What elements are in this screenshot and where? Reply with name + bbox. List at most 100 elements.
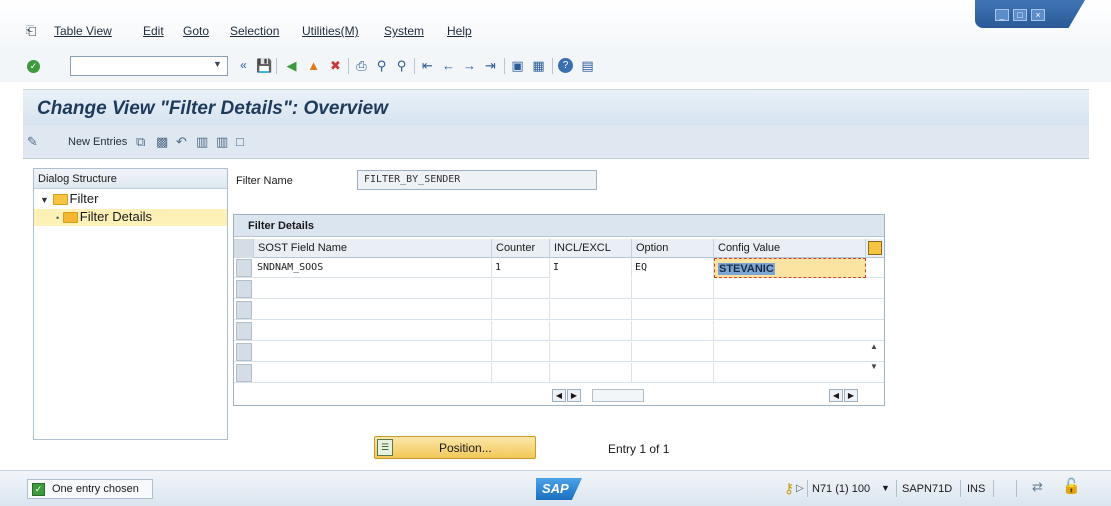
filter-details-table: Filter Details SOST Field Name Counter I…	[233, 214, 885, 406]
delete-icon[interactable]: ▩	[156, 134, 168, 150]
shortcut-icon[interactable]: ▦	[531, 58, 546, 73]
undo-icon[interactable]: ↶	[176, 134, 187, 150]
option-input[interactable]: EQ	[632, 258, 714, 278]
scroll-right-icon[interactable]: ▶	[844, 389, 858, 402]
menu-help[interactable]: Help	[447, 24, 472, 38]
column-settings-icon[interactable]	[868, 241, 882, 255]
status-message-text: One entry chosen	[52, 483, 139, 495]
position-button[interactable]: ☰ Position...	[374, 436, 536, 459]
column-header-counter[interactable]: Counter	[492, 239, 550, 258]
display-change-icon[interactable]: ✎	[27, 134, 38, 150]
program-name: SAPN71D	[902, 483, 953, 495]
chevron-down-icon[interactable]: ▼	[40, 195, 49, 205]
customize-icon[interactable]: ▤	[580, 58, 595, 73]
window-controls: _ □ ×	[975, 0, 1085, 28]
empty-cell	[550, 300, 632, 320]
minimize-button[interactable]: _	[995, 9, 1009, 21]
empty-cell	[254, 321, 492, 341]
horizontal-scrollbar[interactable]	[592, 389, 644, 402]
menu-system[interactable]: System	[384, 24, 424, 38]
lock-icon[interactable]: 🔓	[1062, 477, 1081, 495]
prev-page-icon[interactable]: ←	[441, 58, 456, 73]
status-bar: ✓ One entry chosen SAP ⚷ ▷ N71 (1) 100 ▼…	[0, 470, 1111, 506]
tree-node-label: Filter	[69, 191, 99, 206]
cancel-icon[interactable]: ✖	[328, 58, 343, 73]
print-icon[interactable]: ⎙	[354, 58, 369, 73]
empty-cell	[254, 279, 492, 299]
menu-goto[interactable]: Goto	[183, 24, 209, 38]
first-page-icon[interactable]: ⇤	[420, 58, 435, 73]
empty-cell	[632, 279, 714, 299]
play-icon[interactable]: ▷	[796, 483, 804, 494]
row-selector[interactable]	[236, 322, 252, 340]
new-session-icon[interactable]: ▣	[510, 58, 525, 73]
column-header-option[interactable]: Option	[632, 239, 714, 258]
status-message[interactable]: ✓ One entry chosen	[27, 479, 153, 499]
column-header-incl-excl[interactable]: INCL/EXCL	[550, 239, 632, 258]
table-row	[234, 363, 884, 383]
key-icon: ⚷	[784, 480, 795, 496]
panel-splitter[interactable]	[228, 168, 232, 440]
incl-excl-input[interactable]: I	[550, 258, 632, 278]
column-header-field-name[interactable]: SOST Field Name	[254, 239, 492, 258]
empty-cell	[254, 342, 492, 362]
scroll-up-icon[interactable]: ▲	[870, 342, 878, 351]
toolbar-separator	[276, 58, 277, 74]
copy-icon[interactable]: ⧉	[136, 134, 145, 150]
status-separator	[896, 480, 897, 497]
select-all-icon[interactable]: ▥	[196, 134, 208, 150]
sap-logo: SAP	[536, 478, 582, 500]
select-all-cell[interactable]	[234, 239, 254, 258]
config-value-input[interactable]: STEVANIC	[714, 258, 866, 278]
last-page-icon[interactable]: ⇥	[483, 58, 498, 73]
exit-icon[interactable]: ▲	[306, 58, 321, 73]
scroll-right-icon[interactable]: ▶	[567, 389, 581, 402]
empty-cell	[492, 321, 550, 341]
menu-bar: ⎗ Table View Edit Goto Selection Utiliti…	[0, 0, 1111, 52]
next-page-icon[interactable]: →	[462, 58, 477, 73]
vertical-scrollbar[interactable]: ▲ ▼	[866, 258, 882, 382]
enter-icon[interactable]: ✓	[27, 60, 40, 73]
expand-toolbar-icon[interactable]: «	[236, 58, 251, 73]
column-header-config-value[interactable]: Config Value	[714, 239, 866, 258]
chevron-down-icon[interactable]: ▼	[213, 59, 222, 69]
new-entries-button[interactable]: New Entries	[68, 136, 127, 148]
tree-node-label: Filter Details	[79, 209, 153, 224]
maximize-button[interactable]: □	[1013, 9, 1027, 21]
help-icon[interactable]: ?	[558, 58, 573, 73]
find-next-icon[interactable]: ⚲	[394, 58, 409, 73]
scroll-down-icon[interactable]: ▼	[870, 362, 878, 371]
row-selector[interactable]	[236, 259, 252, 277]
menu-edit[interactable]: Edit	[143, 24, 164, 38]
find-icon[interactable]: ⚲	[374, 58, 389, 73]
select-block-icon[interactable]: ▥	[216, 134, 228, 150]
insert-mode[interactable]: INS	[967, 483, 985, 495]
tree-node-filter[interactable]: ▼ Filter	[40, 191, 98, 208]
menu-exit-icon[interactable]: ⎗	[26, 23, 36, 39]
save-icon[interactable]: 💾	[256, 58, 272, 73]
menu-utilities[interactable]: Utilities(M)	[302, 24, 359, 38]
success-icon: ✓	[32, 483, 45, 496]
tree-node-filter-details[interactable]: • Filter Details	[34, 209, 227, 226]
command-field[interactable]	[70, 56, 228, 76]
title-bar: Change View "Filter Details": Overview	[23, 89, 1089, 125]
table-row	[234, 321, 884, 341]
chevron-down-icon[interactable]: ▼	[881, 483, 890, 493]
application-toolbar: ✎ New Entries ⧉ ▩ ↶ ▥ ▥ □	[23, 125, 1089, 159]
scroll-left-icon[interactable]: ◀	[552, 389, 566, 402]
menu-table-view[interactable]: Table View	[54, 24, 112, 38]
filter-name-field: FILTER_BY_SENDER	[357, 170, 597, 190]
counter-cell: 1	[492, 258, 550, 278]
menu-selection[interactable]: Selection	[230, 24, 279, 38]
table-row	[234, 342, 884, 362]
row-selector[interactable]	[236, 343, 252, 361]
empty-cell	[632, 342, 714, 362]
row-selector[interactable]	[236, 364, 252, 382]
back-icon[interactable]: ◀	[284, 58, 299, 73]
connection-icon: ⇄	[1032, 479, 1043, 494]
scroll-left-icon[interactable]: ◀	[829, 389, 843, 402]
row-selector[interactable]	[236, 280, 252, 298]
row-selector[interactable]	[236, 301, 252, 319]
deselect-all-icon[interactable]: □	[236, 134, 244, 149]
close-button[interactable]: ×	[1031, 9, 1045, 21]
